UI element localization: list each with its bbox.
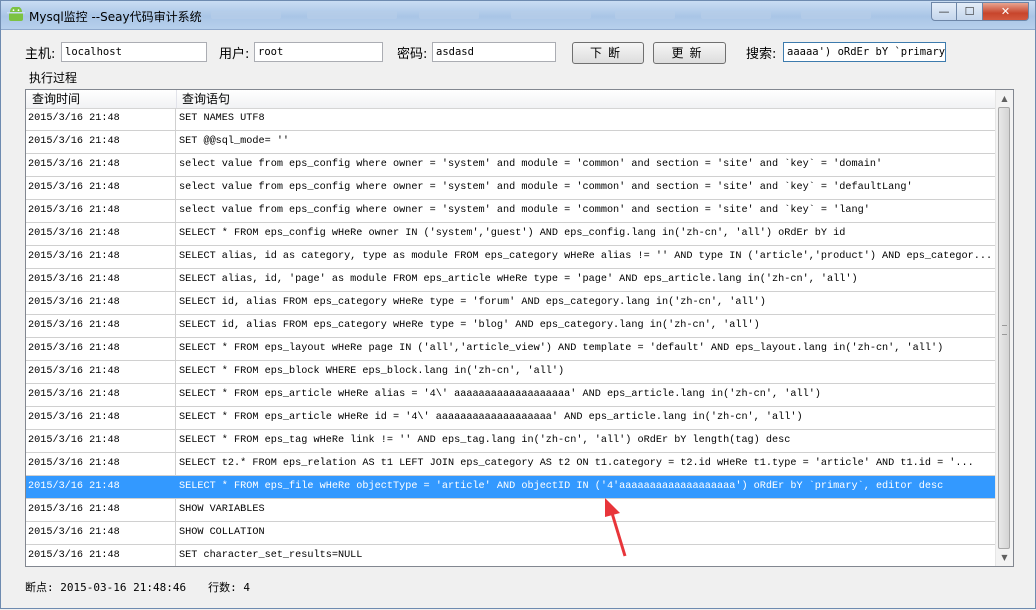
column-header-time[interactable]: 查询时间 [26, 90, 177, 108]
table-row[interactable]: 2015/3/16 21:48 SELECT * FROM eps_layout … [26, 338, 996, 361]
table-row[interactable]: 2015/3/16 21:48 SELECT * FROM eps_tag wHe… [26, 430, 996, 453]
user-input[interactable]: root [254, 42, 383, 62]
query-time-cell: 2015/3/16 21:48 [26, 430, 176, 452]
query-statement-cell: SELECT * FROM eps_tag wHeRe link != '' A… [179, 435, 791, 446]
query-time-cell: 2015/3/16 21:48 [26, 407, 176, 429]
query-statement-cell: select value from eps_config where owner… [179, 159, 883, 170]
breakpoint-status: 断点: 2015-03-16 21:48:46 [25, 581, 187, 594]
close-button[interactable]: ✕ [983, 2, 1029, 21]
password-label: 密码: [397, 47, 428, 62]
query-time-cell: 2015/3/16 21:48 [26, 522, 176, 544]
search-input[interactable]: aaaaa') oRdEr bY `primary` [783, 42, 946, 62]
break-button[interactable]: 下断 [572, 42, 644, 64]
query-time-cell: 2015/3/16 21:48 [26, 315, 176, 337]
query-statement-cell: SET character_set_results=NULL [179, 550, 363, 561]
query-time-cell: 2015/3/16 21:48 [26, 200, 176, 222]
query-time-cell: 2015/3/16 21:48 [26, 453, 176, 475]
password-input[interactable]: asdasd [432, 42, 556, 62]
query-statement-cell: SHOW VARIABLES [179, 504, 265, 515]
host-input[interactable]: localhost [61, 42, 207, 62]
query-statement-cell: SET NAMES UTF8 [179, 113, 265, 124]
query-time-cell: 2015/3/16 21:48 [26, 292, 176, 314]
minimize-button[interactable]: — [931, 2, 957, 21]
android-app-icon [7, 7, 25, 21]
scroll-up-arrow-icon[interactable]: ▲ [996, 90, 1013, 107]
query-statement-cell: SELECT id, alias FROM eps_category wHeRe… [179, 320, 760, 331]
query-time-cell: 2015/3/16 21:48 [26, 108, 176, 130]
query-statement-cell: select value from eps_config where owner… [179, 182, 913, 193]
table-row[interactable]: 2015/3/16 21:48 SELECT id, alias FROM eps… [26, 315, 996, 338]
table-row[interactable]: 2015/3/16 21:48 select value from eps_con… [26, 177, 996, 200]
query-time-cell: 2015/3/16 21:48 [26, 223, 176, 245]
table-row[interactable]: 2015/3/16 21:48 SELECT * FROM eps_block W… [26, 361, 996, 384]
query-statement-cell: SELECT * FROM eps_layout wHeRe page IN (… [179, 343, 944, 354]
window-title: Mysql监控 --Seay代码审计系统 [29, 10, 202, 24]
query-log-list[interactable]: 查询时间 查询语句 2015/3/16 21:48 SET NAMES UTF8 2… [25, 89, 1014, 567]
vertical-scrollbar[interactable]: ▲ ▼ [995, 90, 1013, 566]
status-bar: 断点: 2015-03-16 21:48:46 行数: 4 [25, 579, 250, 595]
table-row[interactable]: 2015/3/16 21:48 SELECT * FROM eps_article… [26, 407, 996, 430]
user-label: 用户: [219, 47, 250, 62]
table-row[interactable]: 2015/3/16 21:48 select value from eps_con… [26, 154, 996, 177]
query-statement-cell: SELECT alias, id as category, type as mo… [179, 251, 993, 262]
list-rows: 2015/3/16 21:48 SET NAMES UTF8 2015/3/16 2… [26, 108, 996, 566]
table-row[interactable]: 2015/3/16 21:48 SELECT t2.* FROM eps_rela… [26, 453, 996, 476]
query-statement-cell: SELECT * FROM eps_article wHeRe alias = … [179, 389, 821, 400]
query-statement-cell: SELECT t2.* FROM eps_relation AS t1 LEFT… [179, 458, 974, 469]
query-statement-cell: SHOW COLLATION [179, 527, 265, 538]
query-time-cell: 2015/3/16 21:48 [26, 476, 176, 498]
table-row[interactable]: 2015/3/16 21:48 SELECT alias, id as categ… [26, 246, 996, 269]
table-row[interactable]: 2015/3/16 21:48 select value from eps_con… [26, 200, 996, 223]
table-row[interactable]: 2015/3/16 21:48 SELECT * FROM eps_config … [26, 223, 996, 246]
connection-toolbar: 主机: localhost 用户: root 密码: asdasd 下断 更新 … [1, 37, 1035, 67]
blurred-background-tabs [211, 11, 911, 21]
query-time-cell: 2015/3/16 21:48 [26, 154, 176, 176]
title-bar[interactable]: Mysql监控 --Seay代码审计系统 — ☐ ✕ [1, 1, 1035, 30]
query-time-cell: 2015/3/16 21:48 [26, 499, 176, 521]
query-statement-cell: SELECT * FROM eps_block WHERE eps_block.… [179, 366, 565, 377]
execution-log-label: 执行过程 [29, 71, 78, 85]
query-statement-cell: SELECT alias, id, 'page' as module FROM … [179, 274, 858, 285]
host-label: 主机: [25, 47, 56, 62]
query-time-cell: 2015/3/16 21:48 [26, 246, 176, 268]
row-count-status: 行数: 4 [208, 581, 250, 594]
query-statement-cell: SELECT * FROM eps_config wHeRe owner IN … [179, 228, 846, 239]
table-row[interactable]: 2015/3/16 21:48 SET NAMES UTF8 [26, 108, 996, 131]
query-statement-cell: SET @@sql_mode= '' [179, 136, 290, 147]
query-statement-cell: SELECT * FROM eps_file wHeRe objectType … [179, 481, 944, 492]
table-row[interactable]: 2015/3/16 21:48 SELECT * FROM eps_article… [26, 384, 996, 407]
table-row-selected[interactable]: 2015/3/16 21:48 SELECT * FROM eps_file wH… [26, 476, 996, 499]
update-button[interactable]: 更新 [653, 42, 726, 64]
query-statement-cell: SELECT * FROM eps_article wHeRe id = '4\… [179, 412, 803, 423]
query-time-cell: 2015/3/16 21:48 [26, 361, 176, 383]
query-statement-cell: SELECT id, alias FROM eps_category wHeRe… [179, 297, 766, 308]
app-window: Mysql监控 --Seay代码审计系统 — ☐ ✕ 主机: localhost… [0, 0, 1036, 609]
list-header: 查询时间 查询语句 [26, 90, 996, 109]
query-time-cell: 2015/3/16 21:48 [26, 177, 176, 199]
query-time-cell: 2015/3/16 21:48 [26, 131, 176, 153]
query-time-cell: 2015/3/16 21:48 [26, 338, 176, 360]
table-row[interactable]: 2015/3/16 21:48 SET @@sql_mode= '' [26, 131, 996, 154]
query-time-cell: 2015/3/16 21:48 [26, 269, 176, 291]
table-row[interactable]: 2015/3/16 21:48 SHOW COLLATION [26, 522, 996, 545]
table-row[interactable]: 2015/3/16 21:48 SELECT alias, id, 'page' … [26, 269, 996, 292]
column-header-query[interactable]: 查询语句 [177, 90, 996, 108]
maximize-button[interactable]: ☐ [957, 2, 983, 21]
table-row[interactable]: 2015/3/16 21:48 SELECT id, alias FROM eps… [26, 292, 996, 315]
query-time-cell: 2015/3/16 21:48 [26, 384, 176, 406]
query-statement-cell: select value from eps_config where owner… [179, 205, 870, 216]
grip-icon [1002, 325, 1007, 335]
window-controls: — ☐ ✕ [931, 2, 1029, 22]
search-label: 搜索: [746, 47, 777, 62]
table-row[interactable]: 2015/3/16 21:48 SHOW VARIABLES [26, 499, 996, 522]
table-row[interactable]: 2015/3/16 21:48 SET character_set_results… [26, 545, 996, 566]
query-time-cell: 2015/3/16 21:48 [26, 545, 176, 566]
scrollbar-thumb[interactable] [998, 107, 1010, 549]
scroll-down-arrow-icon[interactable]: ▼ [996, 549, 1013, 566]
